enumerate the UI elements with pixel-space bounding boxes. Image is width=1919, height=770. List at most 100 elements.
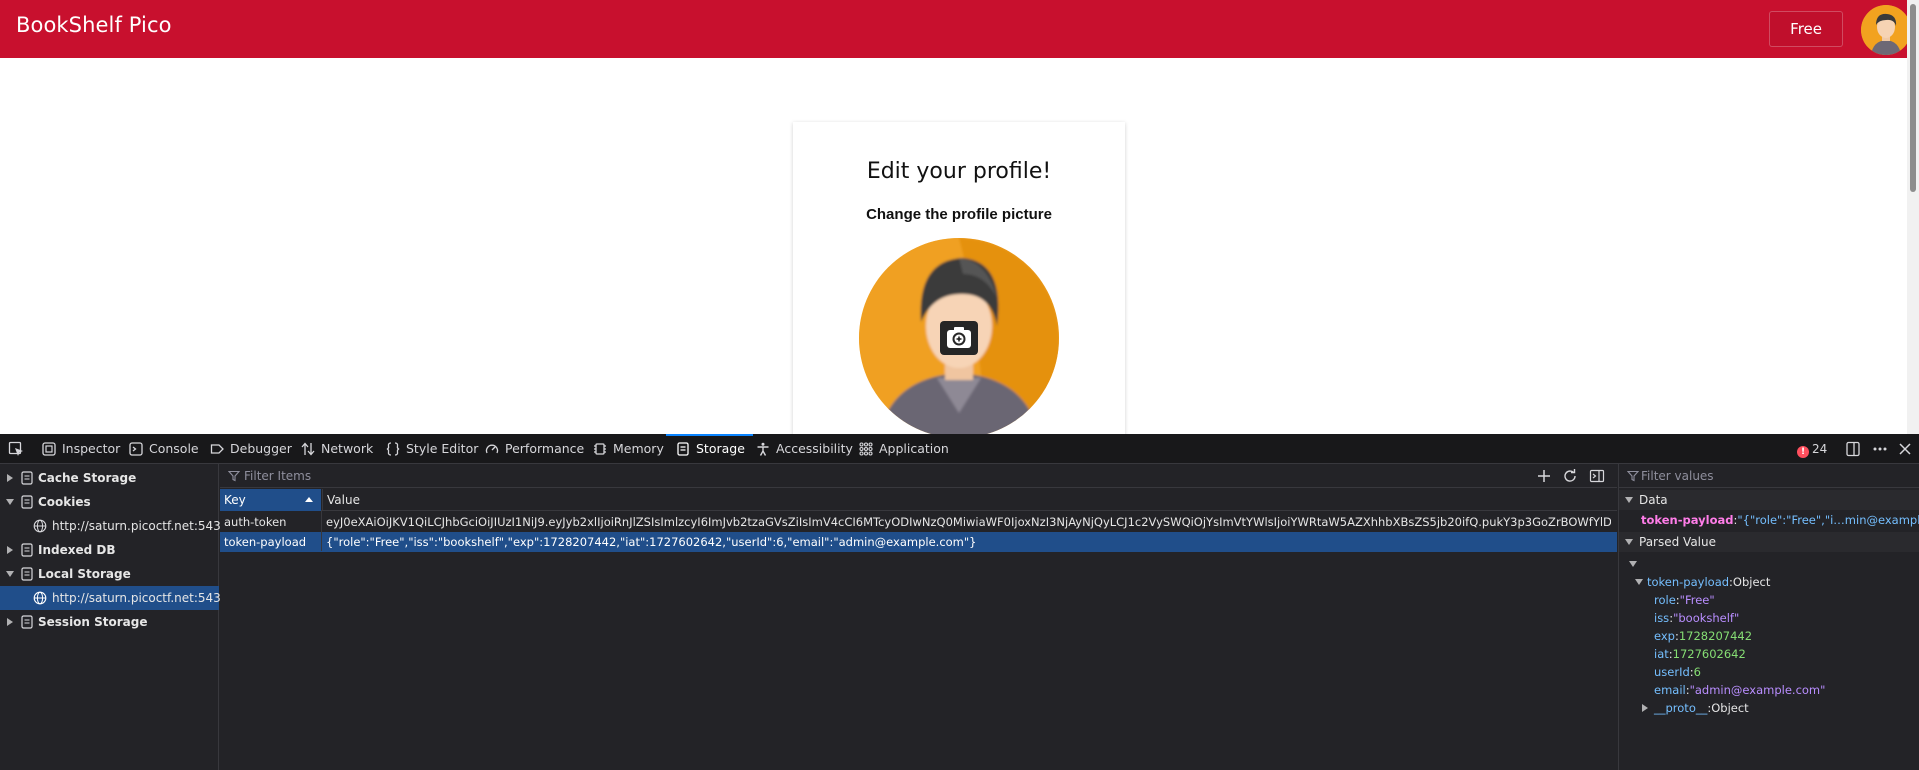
expand-arrow-icon[interactable] bbox=[1642, 704, 1648, 712]
sidebar-item-cache-storage[interactable]: Cache Storage bbox=[0, 466, 219, 490]
column-header-value[interactable]: Value bbox=[322, 489, 360, 511]
storage-icon bbox=[21, 495, 33, 509]
row-value: eyJ0eXAiOiJKV1QiLCJhbGciOiJIUzI1NiJ9.eyJ… bbox=[326, 515, 1611, 529]
parsed-field-row[interactable]: email:"admin@example.com" bbox=[1654, 681, 1825, 699]
error-icon: ! bbox=[1797, 446, 1809, 458]
tab-label: Application bbox=[879, 441, 949, 456]
table-row[interactable]: auth-token eyJ0eXAiOiJKV1QiLCJhbGciOiJIU… bbox=[220, 512, 1617, 532]
field-value: 1727602642 bbox=[1672, 647, 1746, 661]
sidebar-item-local-storage-host[interactable]: http://saturn.picoctf.net:54379 bbox=[0, 586, 236, 610]
element-picker-icon[interactable] bbox=[8, 441, 24, 457]
console-icon bbox=[129, 442, 143, 456]
tab-console[interactable]: Console bbox=[129, 434, 199, 464]
change-photo-button[interactable] bbox=[940, 321, 978, 355]
row-key: auth-token bbox=[224, 515, 287, 529]
storage-icon bbox=[21, 615, 33, 629]
filter-values-bar[interactable]: Filter values bbox=[1619, 464, 1919, 488]
tab-network[interactable]: Network bbox=[301, 434, 373, 464]
sort-ascending-icon bbox=[305, 497, 313, 502]
plan-button[interactable]: Free bbox=[1769, 11, 1843, 47]
tab-label: Inspector bbox=[62, 441, 121, 456]
sidebar-item-local-storage[interactable]: Local Storage bbox=[0, 562, 219, 586]
filter-items-bar[interactable]: Filter Items bbox=[220, 464, 1617, 488]
expand-arrow-icon[interactable] bbox=[7, 546, 13, 554]
tab-label: Style Editor bbox=[406, 441, 479, 456]
storage-sidebar: Cache Storage Cookies http://saturn.pico… bbox=[0, 464, 236, 770]
filter-items-input[interactable]: Filter Items bbox=[244, 469, 311, 483]
proto-row[interactable]: __proto__:Object bbox=[1642, 699, 1749, 717]
section-label: Data bbox=[1639, 493, 1668, 507]
field-key: iss bbox=[1654, 611, 1670, 625]
page-scrollbar-thumb[interactable] bbox=[1910, 4, 1916, 192]
more-options-icon[interactable] bbox=[1872, 441, 1888, 457]
data-section-header[interactable]: Data bbox=[1619, 490, 1919, 510]
tab-label: Network bbox=[321, 441, 374, 456]
collapse-arrow-icon[interactable] bbox=[1635, 579, 1643, 585]
object-key: token-payload bbox=[1647, 575, 1730, 589]
camera-icon bbox=[947, 327, 971, 348]
parsed-object-row[interactable]: token-payload:Object bbox=[1635, 573, 1770, 591]
collapse-arrow-icon[interactable] bbox=[1625, 539, 1633, 545]
field-key: exp bbox=[1654, 629, 1675, 643]
refresh-icon[interactable] bbox=[1562, 468, 1578, 484]
sidebar-item-indexed-db[interactable]: Indexed DB bbox=[0, 538, 219, 562]
sidebar-item-cookies-host[interactable]: http://saturn.picoctf.net:54379 bbox=[0, 514, 236, 538]
memory-icon bbox=[594, 443, 606, 455]
parsed-field-row[interactable]: userId:6 bbox=[1654, 663, 1701, 681]
globe-icon bbox=[33, 519, 47, 533]
tab-accessibility[interactable]: Accessibility bbox=[756, 434, 853, 464]
add-item-icon[interactable] bbox=[1536, 468, 1552, 484]
error-count-badge[interactable]: ! 24 bbox=[1797, 434, 1827, 464]
collapse-arrow-icon[interactable] bbox=[1625, 497, 1633, 503]
collapse-arrow-icon[interactable] bbox=[6, 499, 14, 505]
user-avatar[interactable] bbox=[1861, 5, 1911, 55]
column-header-label: Key bbox=[224, 493, 246, 507]
expand-arrow-icon[interactable] bbox=[7, 618, 13, 626]
tab-debugger[interactable]: Debugger bbox=[210, 434, 292, 464]
dock-mode-icon[interactable] bbox=[1845, 441, 1861, 457]
table-header: Key Value bbox=[220, 489, 1617, 511]
sidebar-item-label: Cache Storage bbox=[38, 471, 137, 485]
parsed-field-row[interactable]: iat:1727602642 bbox=[1654, 645, 1746, 663]
toggle-sidebar-icon[interactable] bbox=[1589, 468, 1605, 484]
tab-style-editor[interactable]: Style Editor bbox=[386, 434, 478, 464]
collapse-arrow-icon[interactable] bbox=[6, 571, 14, 577]
storage-icon bbox=[677, 442, 689, 456]
tab-performance[interactable]: Performance bbox=[485, 434, 584, 464]
application-icon bbox=[859, 442, 873, 456]
app-header: BookShelf Pico Free bbox=[0, 0, 1919, 58]
sidebar-item-label: Indexed DB bbox=[38, 543, 116, 557]
column-divider bbox=[321, 511, 322, 551]
page-scrollbar[interactable] bbox=[1907, 0, 1919, 434]
filter-values-input[interactable]: Filter values bbox=[1641, 469, 1714, 483]
tab-label: Accessibility bbox=[776, 441, 853, 456]
field-key: email bbox=[1654, 683, 1686, 697]
collapse-arrow-icon[interactable] bbox=[1629, 561, 1637, 567]
data-row[interactable]: token-payload:"{"role":"Free","i…min@exa… bbox=[1641, 511, 1919, 529]
tab-storage[interactable]: Storage bbox=[666, 434, 753, 464]
tab-memory[interactable]: Memory bbox=[593, 434, 664, 464]
parsed-field-row[interactable]: exp:1728207442 bbox=[1654, 627, 1752, 645]
accessibility-icon bbox=[757, 442, 769, 456]
field-value: "bookshelf" bbox=[1673, 611, 1740, 625]
sidebar-item-session-storage[interactable]: Session Storage bbox=[0, 610, 219, 634]
item-details-panel: Filter values Data token-payload:"{"role… bbox=[1618, 464, 1919, 770]
parsed-value-section-header[interactable]: Parsed Value bbox=[1619, 532, 1919, 552]
devtools-toolbar: Inspector Console Debugger Network Style… bbox=[0, 434, 1919, 464]
storage-table-panel: Filter Items Key Value auth-token eyJ0eX… bbox=[220, 464, 1617, 770]
tab-inspector[interactable]: Inspector bbox=[42, 434, 120, 464]
expand-arrow-icon[interactable] bbox=[7, 474, 13, 482]
close-icon[interactable] bbox=[1897, 441, 1913, 457]
row-value: {"role":"Free","iss":"bookshelf","exp":1… bbox=[326, 535, 977, 549]
tab-application[interactable]: Application bbox=[859, 434, 949, 464]
table-row[interactable]: token-payload {"role":"Free","iss":"book… bbox=[220, 532, 1617, 552]
data-value: "{"role":"Free","i…min@example.com"}" bbox=[1737, 513, 1919, 527]
sidebar-item-cookies[interactable]: Cookies bbox=[0, 490, 219, 514]
parsed-field-row[interactable]: role:"Free" bbox=[1654, 591, 1715, 609]
parsed-field-row[interactable]: iss:"bookshelf" bbox=[1654, 609, 1739, 627]
column-header-key[interactable]: Key bbox=[220, 489, 321, 511]
app-title[interactable]: BookShelf Pico bbox=[16, 13, 172, 37]
tab-label: Debugger bbox=[230, 441, 292, 456]
filter-icon bbox=[228, 470, 240, 482]
error-count: 24 bbox=[1812, 442, 1828, 456]
